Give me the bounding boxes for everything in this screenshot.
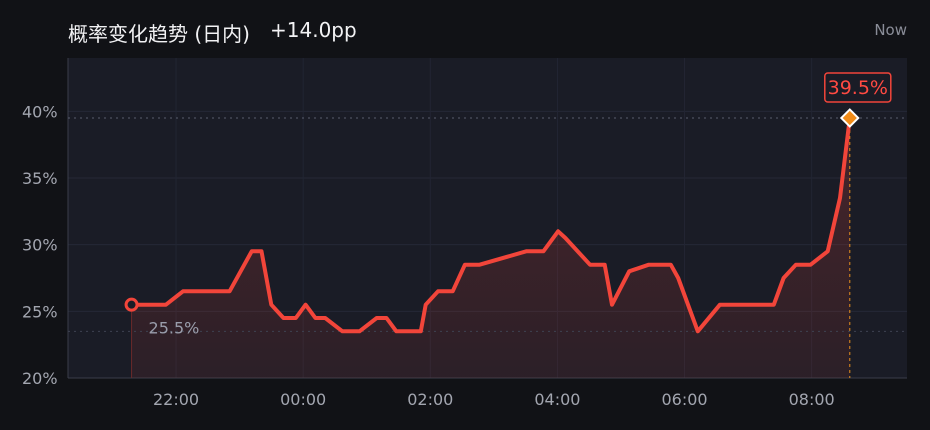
x-tick-label: 06:00 [661,390,707,409]
x-tick-label: 04:00 [534,390,580,409]
y-tick-label: 30% [22,236,58,255]
y-tick-label: 35% [22,169,58,188]
x-tick-label: 02:00 [407,390,453,409]
start-point-marker [124,297,139,312]
end-value-label: 39.5% [828,77,888,99]
x-tick-label: 00:00 [280,390,326,409]
start-value-label: 25.5% [149,319,200,338]
y-tick-label: 25% [22,302,58,321]
x-tick-label: 22:00 [153,390,199,409]
x-tick-label: 08:00 [789,390,835,409]
probability-trend-chart: 20% 25% 30% 35% 40% 22:00 00:00 02:00 04:00 06:0… [22,58,907,409]
y-axis-ticks: 20% 25% 30% 35% 40% [22,102,58,388]
x-axis-ticks: 22:00 00:00 02:00 04:00 06:00 08:00 [153,390,835,409]
y-tick-label: 40% [22,102,58,121]
y-tick-label: 20% [22,369,58,388]
